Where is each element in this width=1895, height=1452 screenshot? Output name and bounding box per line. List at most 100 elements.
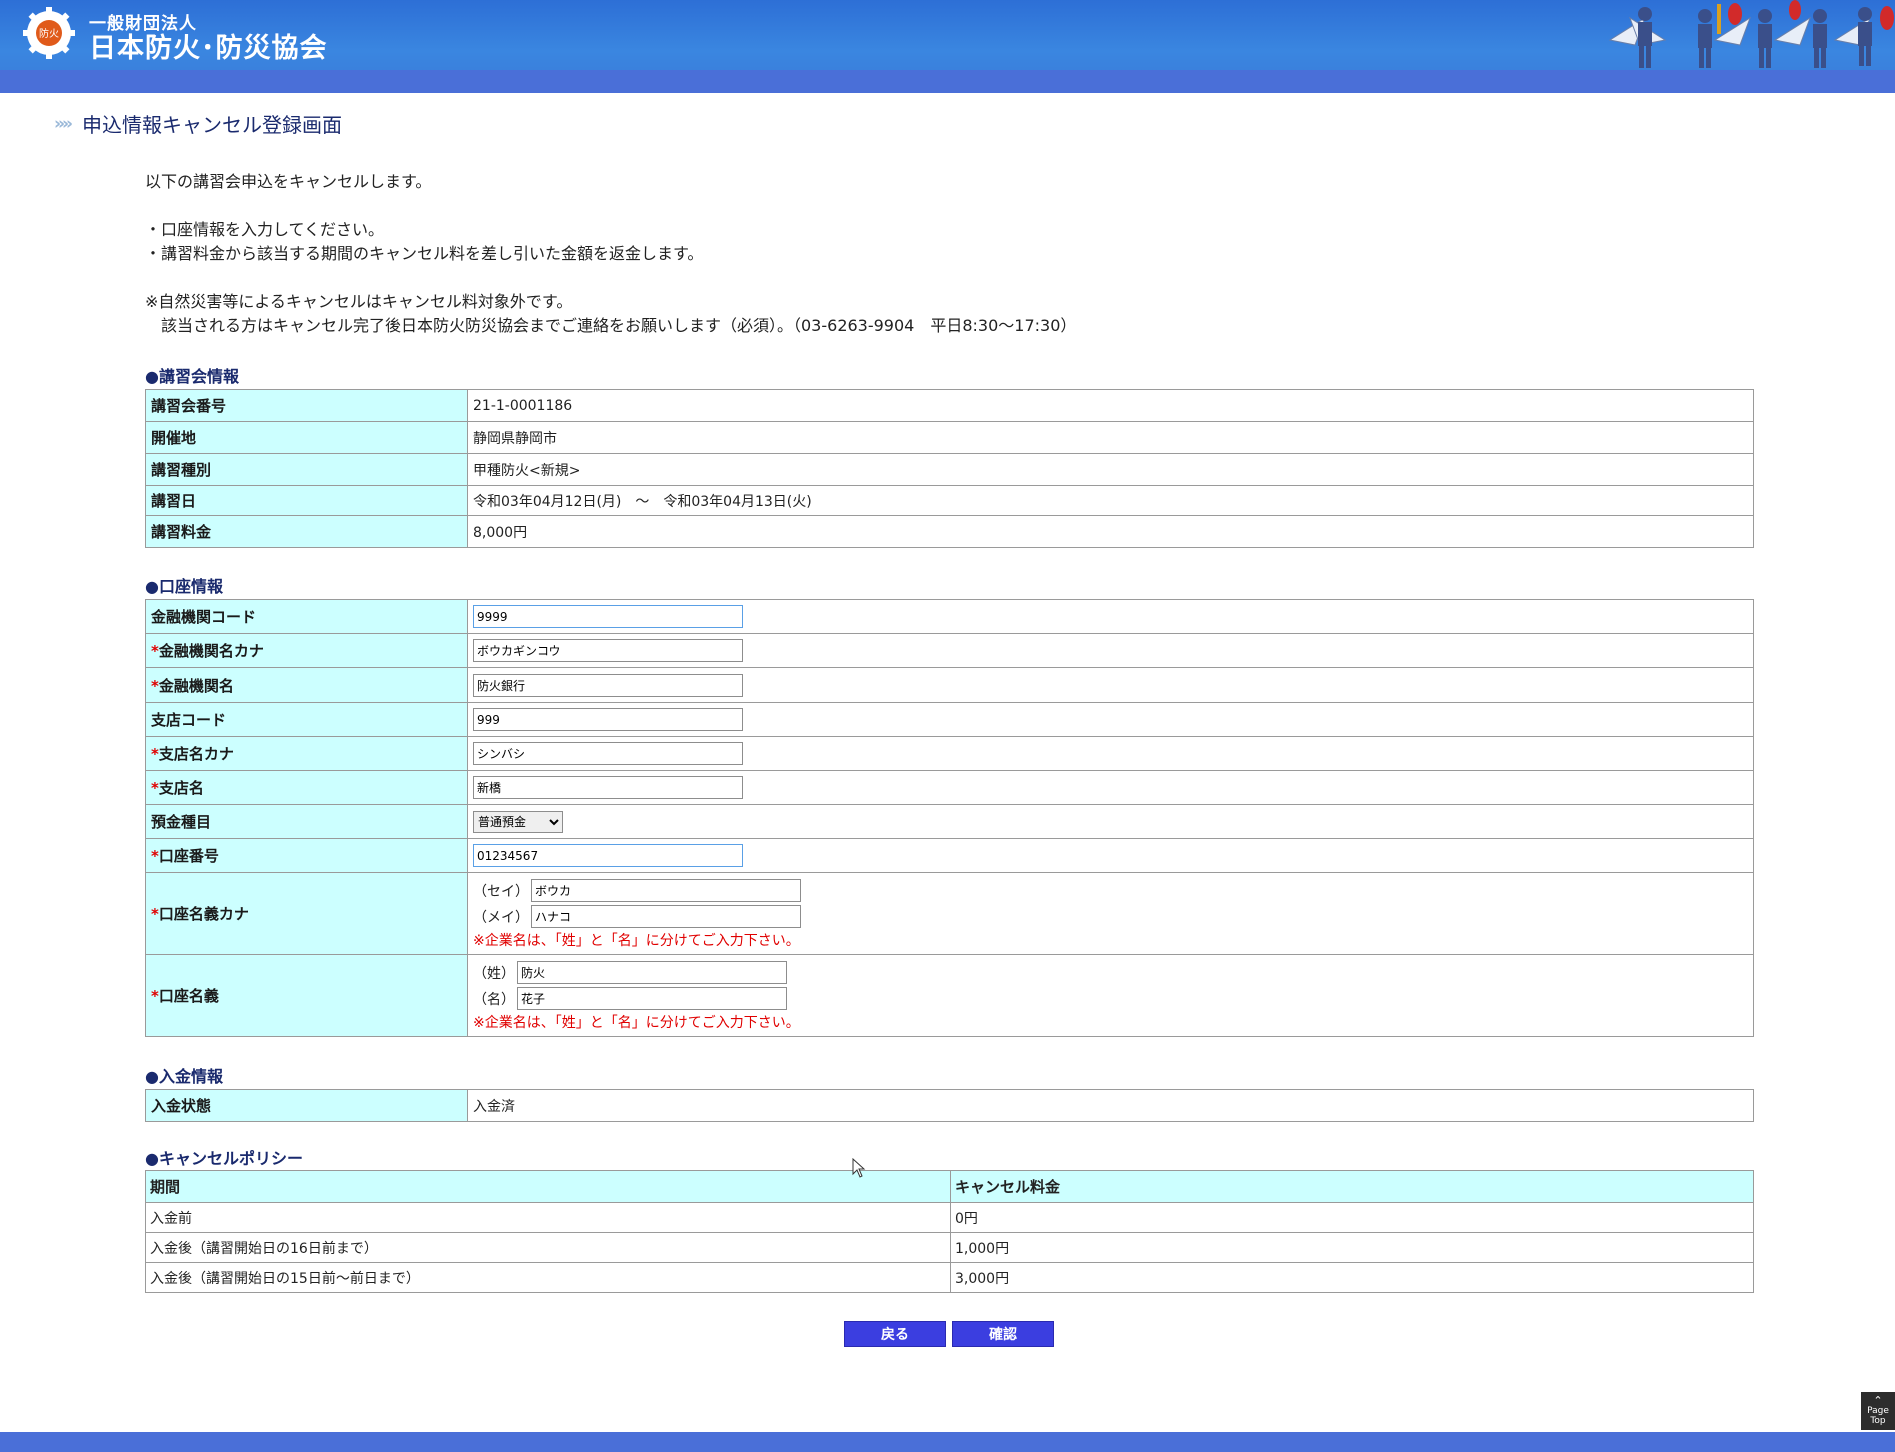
holder-kana-label: *口座名義カナ	[145, 872, 468, 955]
table-row: 預金種目 普通預金	[145, 804, 1754, 839]
back-button[interactable]: 戻る	[844, 1321, 946, 1347]
holder-kana-mei-input[interactable]	[531, 905, 801, 928]
table-row: 講習料金 8,000円	[145, 515, 1754, 548]
table-header-row: 期間 キャンセル料金	[145, 1170, 1754, 1203]
table-row: *金融機関名カナ	[145, 633, 1754, 668]
table-row: 開催地 静岡県静岡市	[145, 421, 1754, 454]
required-mark: *	[151, 642, 159, 660]
account-info-table: 金融機関コード *金融機関名カナ *金融機関名 支店コード *支店名カナ *支店…	[145, 599, 1754, 1037]
intro-bullet: ・講習料金から該当する期間のキャンセル料を差し引いた金額を返金します。	[145, 244, 704, 263]
table-row: 講習種別 甲種防火<新規>	[145, 453, 1754, 486]
table-row: *口座名義カナ （セイ） （メイ） ※企業名は、「姓」と「名」に分けてご入力下さ…	[145, 872, 1754, 955]
row-value: 21-1-0001186	[467, 389, 1754, 422]
holder-sei-label: （姓）	[473, 965, 515, 982]
payment-status-value: 入金済	[467, 1089, 1754, 1122]
payment-section-title: ●入金情報	[145, 1067, 223, 1086]
course-section-title: ●講習会情報	[145, 367, 239, 386]
row-label: 講習料金	[145, 515, 468, 548]
org-name: 日本防火･防災協会	[89, 33, 328, 64]
branch-kana-label: *支店名カナ	[145, 736, 468, 771]
policy-fee: 0円	[950, 1202, 1754, 1233]
policy-fee: 3,000円	[950, 1262, 1754, 1293]
course-info-table: 講習会番号 21-1-0001186 開催地 静岡県静岡市 講習種別 甲種防火<…	[145, 389, 1754, 548]
holder-kana-sei-label: （セイ）	[473, 883, 529, 900]
table-row: *口座名義 （姓） （名） ※企業名は、「姓」と「名」に分けてご入力下さい。	[145, 954, 1754, 1037]
row-value: 8,000円	[467, 515, 1754, 548]
policy-fee: 1,000円	[950, 1232, 1754, 1263]
row-label: 講習種別	[145, 453, 468, 486]
page-top-label-line2: Top	[1870, 1416, 1886, 1426]
mascot-illustration-icon	[1608, 0, 1894, 68]
table-row: 入金後（講習開始日の16日前まで） 1,000円	[145, 1232, 1754, 1263]
holder-kana-note: ※企業名は、「姓」と「名」に分けてご入力下さい。	[473, 932, 800, 949]
header-band	[0, 70, 1895, 93]
policy-period: 入金後（講習開始日の16日前まで）	[145, 1232, 951, 1263]
row-label: 講習日	[145, 485, 468, 516]
table-row: 入金状態 入金済	[145, 1089, 1754, 1122]
account-number-input[interactable]	[473, 844, 743, 867]
intro-text: 以下の講習会申込をキャンセルします。 ・口座情報を入力してください。 ・講習料金…	[145, 170, 1076, 338]
payment-status-label: 入金状態	[145, 1089, 468, 1122]
site-header: 防火 一般財団法人 日本防火･防災協会	[0, 0, 1895, 93]
chevrons-icon: ››››	[54, 113, 73, 134]
column-header: キャンセル料金	[950, 1170, 1754, 1203]
cancel-policy-table: 期間 キャンセル料金 入金前 0円 入金後（講習開始日の16日前まで） 1,00…	[145, 1170, 1754, 1293]
table-row: 講習会番号 21-1-0001186	[145, 389, 1754, 422]
required-mark: *	[151, 779, 159, 797]
table-row: 支店コード	[145, 702, 1754, 737]
holder-note: ※企業名は、「姓」と「名」に分けてご入力下さい。	[473, 1014, 800, 1031]
policy-period: 入金後（講習開始日の15日前～前日まで）	[145, 1262, 951, 1293]
emblem-text: 防火	[39, 27, 59, 40]
confirm-button[interactable]: 確認	[952, 1321, 1054, 1347]
bank-code-label: 金融機関コード	[145, 599, 468, 634]
column-header: 期間	[145, 1170, 951, 1203]
intro-note: ※自然災害等によるキャンセルはキャンセル料対象外です。	[145, 292, 573, 311]
bank-name-label: *金融機関名	[145, 667, 468, 703]
row-value: 令和03年04月12日(月) ～ 令和03年04月13日(火)	[467, 485, 1754, 516]
page-title: 申込情報キャンセル登録画面	[82, 113, 343, 137]
intro-bullet: ・口座情報を入力してください。	[145, 220, 385, 239]
holder-mei-label: （名）	[473, 991, 515, 1008]
required-mark: *	[151, 745, 159, 763]
table-row: *支店名カナ	[145, 736, 1754, 771]
table-row: 金融機関コード	[145, 599, 1754, 634]
branch-kana-input[interactable]	[473, 742, 743, 765]
chevron-up-icon: ⌃	[1873, 1394, 1883, 1407]
bank-name-input[interactable]	[473, 673, 743, 697]
branch-code-label: 支店コード	[145, 702, 468, 737]
table-row: *金融機関名	[145, 667, 1754, 703]
account-section-title: ●口座情報	[145, 577, 223, 596]
page-title-row: ›››› 申込情報キャンセル登録画面	[54, 109, 342, 138]
holder-mei-input[interactable]	[517, 987, 787, 1010]
table-row: 入金後（講習開始日の15日前～前日まで） 3,000円	[145, 1262, 1754, 1293]
table-row: *口座番号	[145, 838, 1754, 873]
payment-info-table: 入金状態 入金済	[145, 1089, 1754, 1122]
holder-label: *口座名義	[145, 954, 468, 1037]
branch-name-label: *支店名	[145, 770, 468, 805]
row-label: 開催地	[145, 421, 468, 454]
row-value: 甲種防火<新規>	[467, 453, 1754, 486]
bank-kana-input[interactable]	[473, 639, 743, 662]
holder-sei-input[interactable]	[517, 961, 787, 984]
account-number-label: *口座番号	[145, 838, 468, 873]
intro-line: 以下の講習会申込をキャンセルします。	[145, 172, 432, 191]
table-row: 講習日 令和03年04月12日(月) ～ 令和03年04月13日(火)	[145, 485, 1754, 516]
required-mark: *	[151, 905, 159, 923]
table-row: 入金前 0円	[145, 1202, 1754, 1233]
required-mark: *	[151, 847, 159, 865]
table-row: *支店名	[145, 770, 1754, 805]
row-label: 講習会番号	[145, 389, 468, 422]
bank-code-input[interactable]	[473, 605, 743, 628]
mouse-cursor-icon	[852, 1158, 866, 1178]
branch-code-input[interactable]	[473, 708, 743, 731]
required-mark: *	[151, 676, 159, 695]
intro-note: 該当される方はキャンセル完了後日本防火防災協会までご連絡をお願いします（必須）。…	[145, 316, 1077, 335]
fire-prevention-emblem-icon: 防火	[23, 7, 75, 59]
branch-name-input[interactable]	[473, 776, 743, 799]
page-top-button[interactable]: ⌃ Page Top	[1861, 1392, 1895, 1430]
deposit-type-label: 預金種目	[145, 804, 468, 839]
holder-kana-sei-input[interactable]	[531, 879, 801, 902]
deposit-type-select[interactable]: 普通預金	[473, 810, 563, 833]
required-mark: *	[151, 987, 159, 1005]
bank-kana-label: *金融機関名カナ	[145, 633, 468, 668]
